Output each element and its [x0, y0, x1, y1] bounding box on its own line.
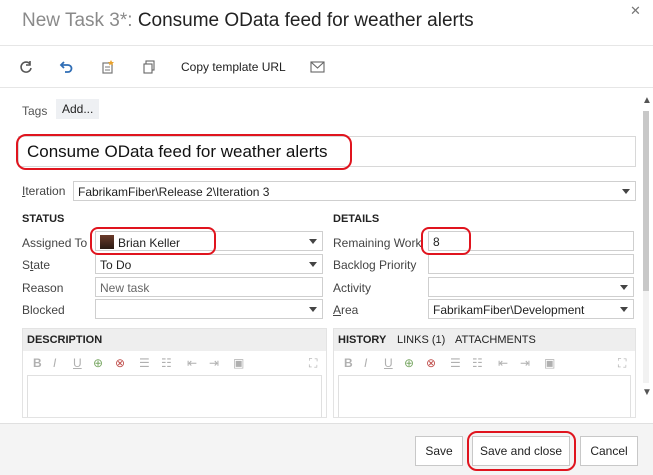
assigned-to-dropdown[interactable]: Brian Keller [95, 231, 323, 251]
chevron-down-icon [309, 262, 317, 267]
insert-link-icon[interactable]: ⊕ [404, 356, 414, 370]
description-rich-text-toolbar: B I U ⊕ ⊗ ☰ ☷ ⇤ ⇥ ▣ ⛶ [23, 353, 326, 375]
remove-link-icon[interactable]: ⊗ [426, 356, 436, 370]
fullscreen-icon[interactable]: ⛶ [309, 356, 317, 371]
activity-dropdown[interactable] [428, 277, 634, 297]
reason-label: Reason [22, 281, 64, 295]
refresh-icon[interactable] [17, 58, 35, 76]
italic-button[interactable]: I [53, 356, 56, 370]
cancel-button[interactable]: Cancel [580, 436, 638, 466]
area-value: FabrikamFiber\Development [433, 303, 585, 317]
remaining-work-value: 8 [433, 235, 440, 249]
iteration-value: FabrikamFiber\Release 2\Iteration 3 [78, 185, 270, 199]
reason-field[interactable]: New task [95, 277, 323, 297]
area-label: Area [333, 303, 359, 317]
tab-attachments[interactable]: ATTACHMENTS [455, 334, 536, 346]
save-button[interactable]: Save [415, 436, 463, 466]
save-and-close-button[interactable]: Save and close [472, 436, 570, 466]
tags-label: Tags [22, 104, 48, 118]
tab-links[interactable]: LINKS (1) [397, 334, 445, 346]
scroll-track[interactable] [643, 111, 649, 383]
history-panel: HISTORY LINKS (1) ATTACHMENTS B I U ⊕ ⊗ … [333, 328, 636, 418]
scroll-thumb[interactable] [643, 111, 649, 291]
image-icon[interactable]: ▣ [544, 356, 555, 370]
description-panel: DESCRIPTION B I U ⊕ ⊗ ☰ ☷ ⇤ ⇥ ▣ ⛶ [22, 328, 327, 418]
email-icon[interactable] [308, 58, 326, 76]
iteration-dropdown[interactable]: FabrikamFiber\Release 2\Iteration 3 [73, 181, 636, 201]
blocked-dropdown[interactable] [95, 299, 323, 319]
chevron-down-icon [622, 189, 630, 194]
underline-button[interactable]: U [384, 356, 393, 370]
dialog-title: New Task 3*: Consume OData feed for weat… [22, 10, 474, 32]
scroll-down-icon[interactable]: ▼ [642, 387, 652, 398]
state-label: State [22, 258, 51, 272]
backlog-priority-label: Backlog Priority [333, 258, 417, 272]
numbered-list-icon[interactable]: ☷ [161, 356, 172, 370]
avatar [100, 235, 114, 249]
reason-value: New task [100, 281, 150, 295]
copy-template-url-button[interactable]: Copy template URL [181, 60, 286, 74]
description-editor[interactable] [27, 375, 322, 417]
state-dropdown[interactable]: To Do [95, 254, 323, 274]
chevron-down-icon [620, 285, 628, 290]
area-dropdown[interactable]: FabrikamFiber\Development [428, 299, 634, 319]
remaining-work-label: Remaining Work [333, 236, 422, 250]
form-scrollbar[interactable]: ▲ ▼ [640, 95, 653, 411]
bulleted-list-icon[interactable]: ☰ [139, 356, 150, 370]
italic-button[interactable]: I [364, 356, 367, 370]
dialog-footer: Save Save and close Cancel [0, 423, 653, 475]
backlog-priority-field[interactable] [428, 254, 634, 274]
details-heading: DETAILS [333, 213, 380, 225]
bold-button[interactable]: B [33, 356, 42, 370]
indent-icon[interactable]: ⇥ [520, 356, 530, 370]
copy-icon[interactable] [140, 58, 158, 76]
chevron-down-icon [620, 307, 628, 312]
work-item-form: Tags Add... Consume OData feed for weath… [0, 88, 640, 418]
assigned-to-label: Assigned To [22, 236, 88, 250]
outdent-icon[interactable]: ⇤ [187, 356, 197, 370]
add-tag-button[interactable]: Add... [56, 99, 100, 119]
underline-button[interactable]: U [73, 356, 82, 370]
iteration-label: Iteration [22, 184, 66, 198]
title-prefix: New Task 3*: [22, 10, 133, 31]
toolbar: Copy template URL [0, 45, 653, 87]
remaining-work-field[interactable]: 8 [428, 231, 634, 251]
insert-link-icon[interactable]: ⊕ [93, 356, 103, 370]
chevron-down-icon [309, 307, 317, 312]
remove-link-icon[interactable]: ⊗ [115, 356, 125, 370]
numbered-list-icon[interactable]: ☷ [472, 356, 483, 370]
state-value: To Do [100, 258, 132, 272]
blocked-label: Blocked [22, 303, 65, 317]
assigned-to-value: Brian Keller [118, 236, 181, 250]
history-tabs: HISTORY LINKS (1) ATTACHMENTS [334, 329, 635, 351]
close-icon[interactable]: ✕ [630, 3, 641, 19]
bold-button[interactable]: B [344, 356, 353, 370]
scroll-up-icon[interactable]: ▲ [642, 95, 652, 106]
chevron-down-icon [309, 239, 317, 244]
status-heading: STATUS [22, 213, 65, 225]
tab-history[interactable]: HISTORY [338, 334, 386, 346]
fullscreen-icon[interactable]: ⛶ [618, 356, 626, 371]
dialog-title-bar: New Task 3*: Consume OData feed for weat… [0, 0, 653, 45]
title-text: Consume OData feed for weather alerts [137, 10, 474, 31]
image-icon[interactable]: ▣ [233, 356, 244, 370]
description-header: DESCRIPTION [23, 329, 326, 351]
history-editor[interactable] [338, 375, 631, 417]
bulleted-list-icon[interactable]: ☰ [450, 356, 461, 370]
template-icon[interactable] [99, 58, 117, 76]
outdent-icon[interactable]: ⇤ [498, 356, 508, 370]
description-heading: DESCRIPTION [27, 334, 103, 346]
indent-icon[interactable]: ⇥ [209, 356, 219, 370]
work-item-title-input[interactable]: Consume OData feed for weather alerts [18, 136, 636, 167]
undo-icon[interactable] [57, 58, 75, 76]
history-rich-text-toolbar: B I U ⊕ ⊗ ☰ ☷ ⇤ ⇥ ▣ ⛶ [334, 353, 635, 375]
activity-label: Activity [333, 281, 372, 295]
